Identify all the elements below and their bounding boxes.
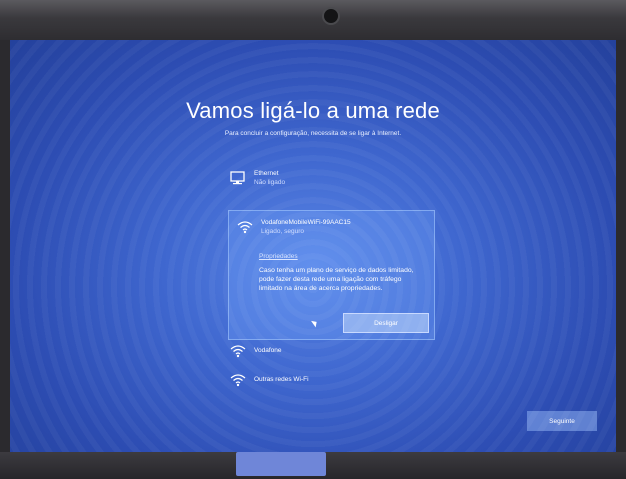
next-button[interactable]: Seguinte — [527, 411, 597, 431]
webcam-icon — [322, 7, 340, 25]
network-item-other[interactable]: Outras redes Wi-Fi — [230, 372, 309, 388]
network-header: VodafoneMobileWiFi-99AAC15 Ligado, segur… — [237, 219, 351, 235]
wifi-icon — [230, 343, 246, 359]
ethernet-icon — [230, 170, 246, 186]
disconnect-button[interactable]: Desligar — [343, 313, 429, 333]
laptop-bezel-top — [0, 0, 626, 40]
network-name: Vodafone — [254, 347, 282, 354]
page-subtitle: Para concluir a configuração, necessita … — [224, 130, 402, 137]
wifi-icon — [237, 219, 253, 235]
network-name: Outras redes Wi-Fi — [254, 376, 309, 383]
wifi-icon — [230, 372, 246, 388]
network-item-vodafone[interactable]: Vodafone — [230, 343, 281, 359]
metered-description: Caso tenha um plano de serviço de dados … — [259, 267, 414, 292]
properties-link[interactable]: Propriedades — [259, 253, 298, 260]
sticker-label — [236, 452, 326, 476]
network-name: VodafoneMobileWiFi-99AAC15 — [261, 219, 351, 226]
setup-screen: Vamos ligá-lo a uma rede Para concluir a… — [10, 40, 616, 452]
network-item-ethernet[interactable]: Ethernet Não ligado — [230, 170, 285, 186]
page-title: Vamos ligá-lo a uma rede — [186, 98, 440, 123]
network-status: Ligado, seguro — [261, 228, 305, 235]
network-item-selected[interactable]: VodafoneMobileWiFi-99AAC15 Ligado, segur… — [228, 210, 435, 340]
network-name: Ethernet — [254, 170, 279, 177]
network-status: Não ligado — [254, 179, 286, 186]
mouse-cursor-icon — [311, 318, 319, 328]
